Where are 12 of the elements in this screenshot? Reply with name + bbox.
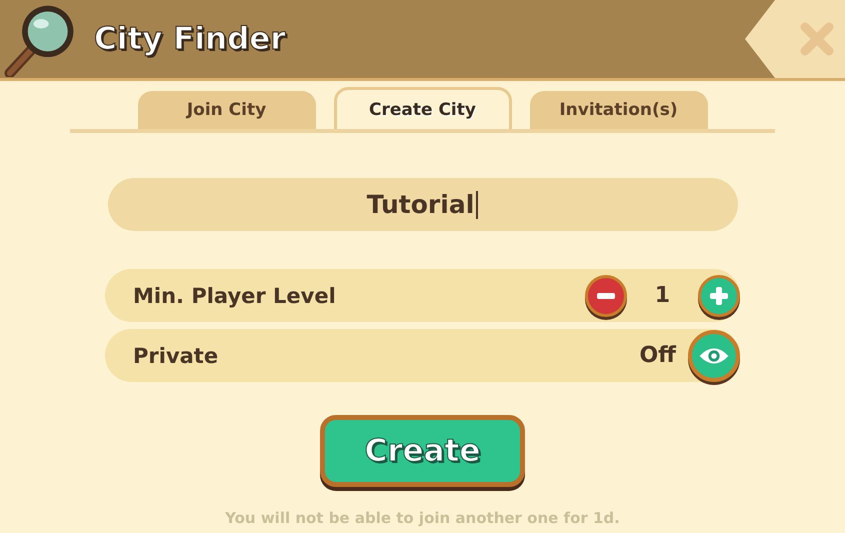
private-value: Off: [639, 343, 676, 368]
tab[interactable]: Invitation(s): [530, 91, 708, 129]
tab[interactable]: Create City: [334, 87, 512, 129]
minus-button[interactable]: [584, 274, 627, 316]
cooldown-note: You will not be able to join another one for 1d.: [225, 509, 620, 527]
level-value: 1: [654, 283, 670, 308]
setting-label: Private: [133, 344, 220, 368]
tab[interactable]: Join City: [138, 91, 316, 129]
setting-label: Min. Player Level: [133, 284, 337, 308]
window-title: City Finder: [94, 21, 286, 57]
plus-button[interactable]: [698, 274, 740, 316]
city-name-field[interactable]: Tutorial: [108, 178, 738, 231]
